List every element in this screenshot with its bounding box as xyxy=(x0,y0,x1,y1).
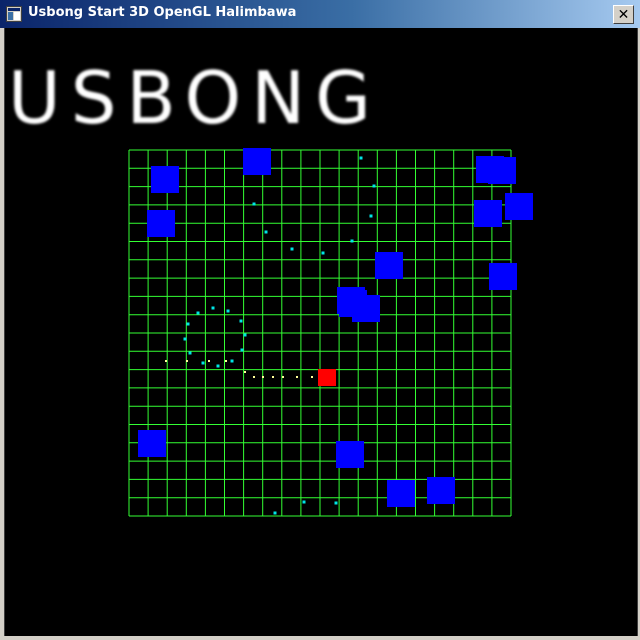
cyan-dot xyxy=(211,306,215,310)
cyan-dot xyxy=(239,319,243,323)
trail-dot xyxy=(225,360,227,362)
game-grid xyxy=(128,149,512,517)
enemy-block xyxy=(387,480,415,507)
cyan-dot xyxy=(216,364,220,368)
enemy-block xyxy=(151,166,179,193)
cyan-dot xyxy=(290,247,294,251)
cyan-dot xyxy=(350,239,354,243)
enemy-block xyxy=(138,430,166,457)
cyan-dot xyxy=(186,322,190,326)
cyan-dot xyxy=(372,184,376,188)
enemy-block xyxy=(375,252,403,279)
enemy-block xyxy=(147,210,175,237)
cyan-dot xyxy=(196,311,200,315)
cyan-dot xyxy=(302,500,306,504)
trail-dot xyxy=(244,371,246,373)
cyan-dot xyxy=(230,359,234,363)
cyan-dot xyxy=(226,309,230,313)
cyan-dot xyxy=(321,251,325,255)
trail-dot xyxy=(296,376,298,378)
cyan-dot xyxy=(264,230,268,234)
cyan-dot xyxy=(240,348,244,352)
player-layer xyxy=(318,369,336,386)
enemy-block xyxy=(336,441,364,468)
trail-dot xyxy=(253,376,255,378)
enemy-block xyxy=(489,263,517,290)
cyan-dot xyxy=(334,501,338,505)
enemy-blocks xyxy=(138,148,533,507)
cyan-dot xyxy=(183,337,187,341)
game-scene[interactable] xyxy=(0,0,640,640)
cyan-dot xyxy=(252,202,256,206)
enemy-block xyxy=(243,148,271,175)
app-window: Usbong Start 3D OpenGL Halimbawa ✕ USBON… xyxy=(0,0,640,640)
trail-dot xyxy=(282,376,284,378)
trail-dot xyxy=(208,360,210,362)
enemy-block xyxy=(505,193,533,220)
cyan-dot xyxy=(243,333,247,337)
trail-dot xyxy=(311,376,313,378)
enemy-block xyxy=(488,157,516,184)
enemy-block xyxy=(474,200,502,227)
trail-dot xyxy=(272,376,274,378)
cyan-dot xyxy=(359,156,363,160)
enemy-block xyxy=(339,290,367,317)
trail-dot xyxy=(186,360,188,362)
cyan-dot xyxy=(201,361,205,365)
cyan-dot xyxy=(273,511,277,515)
cyan-dot xyxy=(369,214,373,218)
trail-dot xyxy=(262,376,264,378)
cyan-dot xyxy=(188,351,192,355)
player-block xyxy=(318,369,336,386)
trail-dot xyxy=(165,360,167,362)
enemy-block xyxy=(427,477,455,504)
